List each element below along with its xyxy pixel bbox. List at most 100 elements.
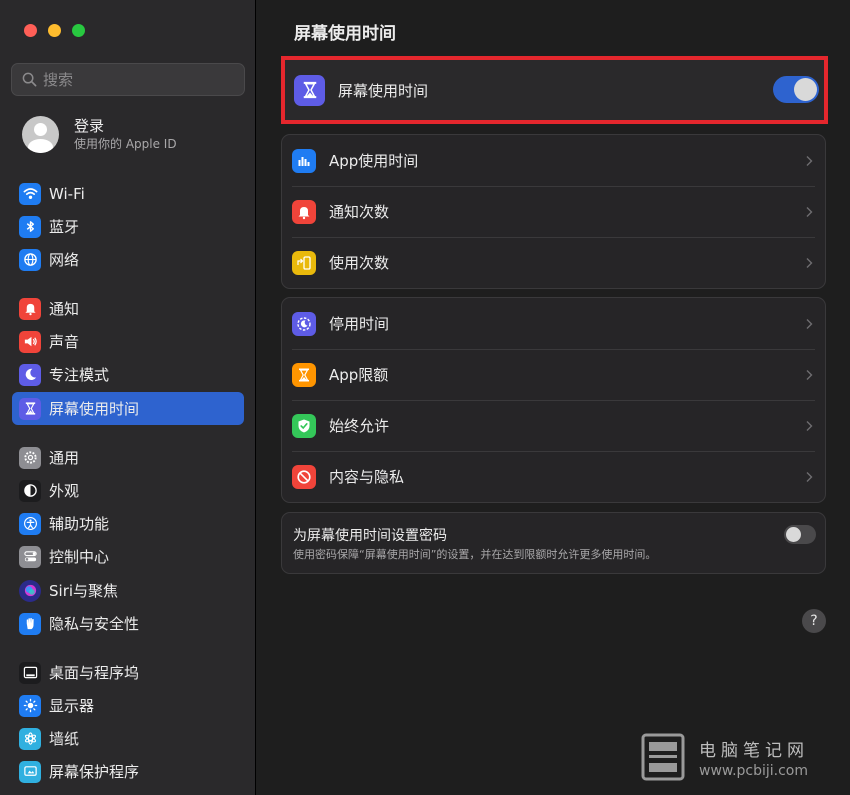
dock-icon: [19, 661, 41, 684]
row-always-allowed[interactable]: 始终允许: [282, 400, 825, 451]
sidebar-item-control-center[interactable]: 控制中心: [12, 540, 244, 573]
hand-icon: [19, 612, 41, 635]
row-pickups[interactable]: 使用次数: [282, 237, 825, 288]
sidebar-item-desktop-dock[interactable]: 桌面与程序坞: [12, 656, 244, 689]
row-label: 停用时间: [329, 315, 390, 333]
sidebar-item-label: 声音: [49, 333, 80, 351]
sidebar-item-label: 通用: [49, 449, 80, 467]
avatar: [22, 116, 59, 153]
toggle-knob: [786, 527, 801, 542]
sidebar-item-wifi[interactable]: Wi-Fi: [12, 177, 244, 210]
siri-icon: [19, 579, 41, 602]
search-field[interactable]: [11, 63, 245, 96]
chevron-right-icon: [806, 420, 813, 431]
hourglass-icon: [19, 397, 41, 420]
bar-chart-icon: [292, 148, 316, 173]
sidebar-item-displays[interactable]: 显示器: [12, 689, 244, 722]
row-label: 始终允许: [329, 417, 390, 435]
accessibility-icon: [19, 512, 41, 535]
row-label: App使用时间: [329, 152, 419, 170]
limits-group: 停用时间 App限额 始终允许 内容与隐私: [281, 297, 826, 503]
gear-icon: [19, 446, 41, 469]
row-label: 内容与隐私: [329, 468, 405, 486]
flower-icon: [19, 727, 41, 750]
passcode-title: 为屏幕使用时间设置密码: [293, 528, 447, 544]
bell-icon: [19, 297, 41, 320]
sidebar-item-label: 通知: [49, 300, 80, 318]
sidebar-item-sound[interactable]: 声音: [12, 325, 244, 358]
sidebar-item-accessibility[interactable]: 辅助功能: [12, 507, 244, 540]
help-button[interactable]: ?: [802, 609, 826, 633]
sun-icon: [19, 694, 41, 717]
watermark-logo-icon: [641, 733, 685, 781]
passcode-toggle[interactable]: [784, 525, 816, 544]
close-button[interactable]: [24, 24, 37, 37]
row-label: App限额: [329, 366, 389, 384]
bluetooth-icon: [19, 215, 41, 238]
row-notifications[interactable]: 通知次数: [282, 186, 825, 237]
passcode-description: 使用密码保障“屏幕使用时间”的设置，并在达到限额时允许更多使用时间。: [293, 548, 657, 561]
chevron-right-icon: [806, 318, 813, 329]
search-icon: [22, 72, 37, 87]
chevron-right-icon: [806, 471, 813, 482]
minimize-button[interactable]: [48, 24, 61, 37]
sidebar-item-network[interactable]: 网络: [12, 243, 244, 276]
control-center-icon: [19, 545, 41, 568]
page-title: 屏幕使用时间: [294, 24, 396, 44]
sidebar-item-label: 外观: [49, 482, 80, 500]
no-entry-icon: [292, 464, 316, 489]
sidebar-item-siri[interactable]: Siri与聚焦: [12, 574, 244, 607]
sidebar-item-wallpaper[interactable]: 墙纸: [12, 722, 244, 755]
globe-icon: [19, 248, 41, 271]
watermark-url: www.pcbiji.com: [699, 762, 809, 779]
row-label: 使用次数: [329, 254, 390, 272]
sidebar-item-general[interactable]: 通用: [12, 441, 244, 474]
sidebar-item-label: 辅助功能: [49, 515, 110, 533]
watermark-name: 电脑笔记网: [699, 740, 809, 761]
sidebar-item-privacy[interactable]: 隐私与安全性: [12, 607, 244, 640]
sidebar-item-label: Siri与聚焦: [49, 582, 119, 600]
row-downtime[interactable]: 停用时间: [282, 298, 825, 349]
chevron-right-icon: [806, 206, 813, 217]
hourglass-icon: [292, 362, 316, 387]
sidebar-item-label: 屏幕使用时间: [49, 400, 140, 418]
pickup-icon: [292, 250, 316, 275]
search-input[interactable]: [43, 70, 233, 89]
downtime-icon: [292, 311, 316, 336]
checkmark-shield-icon: [292, 413, 316, 438]
moon-icon: [19, 363, 41, 386]
usage-group: App使用时间 通知次数 使用次数: [281, 134, 826, 289]
wifi-icon: [19, 182, 41, 205]
row-app-limits[interactable]: App限额: [282, 349, 825, 400]
screensaver-icon: [19, 760, 41, 783]
sidebar-item-label: 隐私与安全性: [49, 615, 140, 633]
passcode-card: 为屏幕使用时间设置密码 使用密码保障“屏幕使用时间”的设置，并在达到限额时允许更…: [281, 512, 826, 574]
main-pane: 屏幕使用时间 屏幕使用时间 App使用时间 通知次数 使用次数 停用时间 App…: [257, 0, 850, 795]
sidebar-item-label: 墙纸: [49, 730, 80, 748]
sidebar-item-label: 屏幕保护程序: [49, 763, 140, 781]
sidebar-item-bluetooth[interactable]: 蓝牙: [12, 210, 244, 243]
sidebar-item-notifications[interactable]: 通知: [12, 292, 244, 325]
account-name: 登录: [74, 117, 105, 135]
speaker-icon: [19, 330, 41, 353]
sidebar-item-screen-time[interactable]: 屏幕使用时间: [12, 392, 244, 425]
sidebar-item-label: 蓝牙: [49, 218, 80, 236]
bell-icon: [292, 199, 316, 224]
apple-id-account[interactable]: 登录 使用你的 Apple ID: [22, 116, 177, 153]
row-content-privacy[interactable]: 内容与隐私: [282, 451, 825, 502]
zoom-button[interactable]: [72, 24, 85, 37]
row-label: 通知次数: [329, 203, 390, 221]
sidebar-item-label: 桌面与程序坞: [49, 664, 140, 682]
row-app-usage[interactable]: App使用时间: [282, 135, 825, 186]
sidebar-item-appearance[interactable]: 外观: [12, 474, 244, 507]
sidebar-item-screen-saver[interactable]: 屏幕保护程序: [12, 755, 244, 788]
sidebar: 登录 使用你的 Apple ID Wi-Fi 蓝牙 网络 通知 声音 专注模式 …: [0, 0, 256, 795]
window-controls: [24, 24, 85, 37]
watermark: 电脑笔记网 www.pcbiji.com: [641, 733, 809, 781]
sidebar-item-label: 专注模式: [49, 366, 110, 384]
sidebar-item-label: 控制中心: [49, 548, 110, 566]
sidebar-item-label: 网络: [49, 251, 80, 269]
chevron-right-icon: [806, 155, 813, 166]
sidebar-item-focus[interactable]: 专注模式: [12, 358, 244, 391]
highlight-frame: [281, 56, 828, 124]
